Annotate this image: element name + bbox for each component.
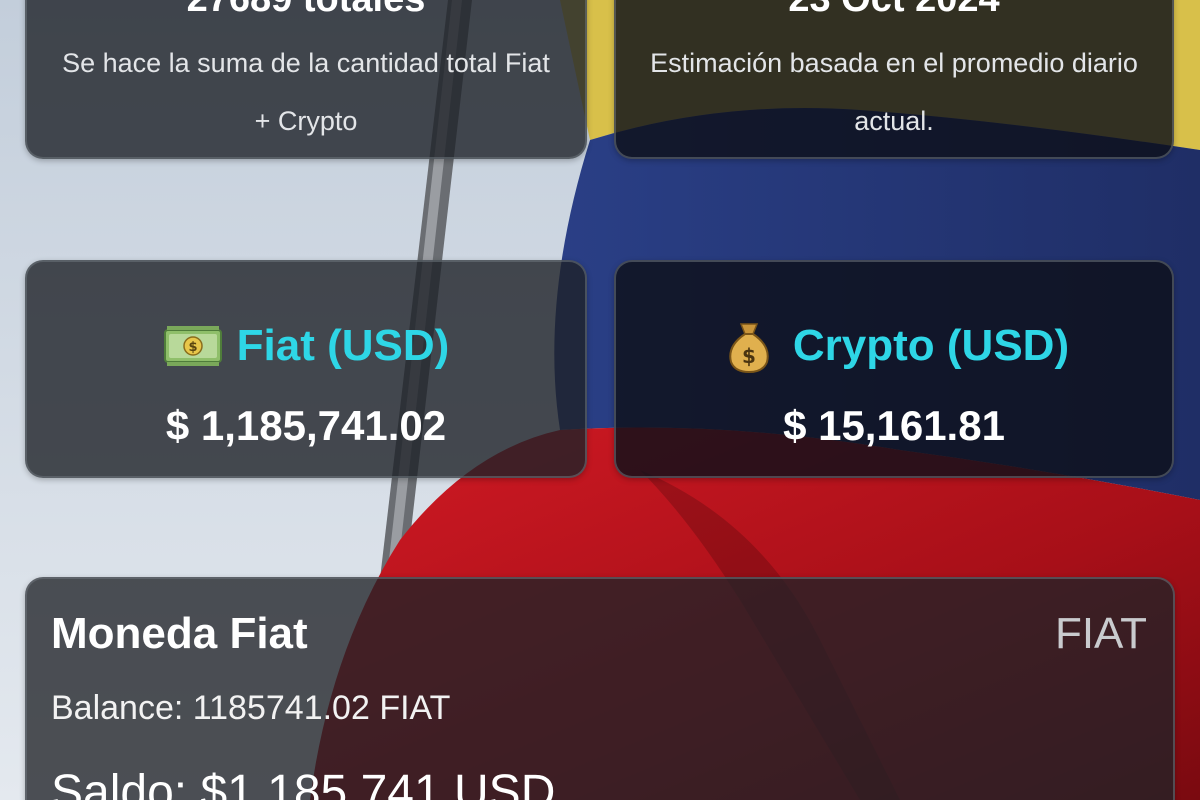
fiat-card-title: Fiat (USD) [236, 321, 450, 370]
wallet-currency-code: FIAT [1054, 609, 1147, 658]
fiat-amount: $ 1,185,741.02 [165, 402, 447, 449]
fiat-card-title-row: $ Fiat (USD) [27, 318, 585, 374]
crypto-amount: $ 15,161.81 [783, 402, 1005, 449]
wallet-card[interactable]: Moneda Fiat FIAT Balance: 1185741.02 FIA… [25, 577, 1175, 800]
crypto-card[interactable]: $ Crypto (USD) $ 15,161.81 [614, 260, 1174, 478]
wallet-name: Moneda Fiat [51, 609, 308, 658]
crypto-card-title: Crypto (USD) [792, 321, 1070, 370]
crypto-card-title-row: $ Crypto (USD) [616, 318, 1172, 374]
app-screen: 27689 totales Se hace la suma de la cant… [0, 0, 1200, 800]
svg-text:$: $ [742, 344, 756, 368]
svg-text:$: $ [188, 340, 197, 355]
date-estimate-card: 23 Oct 2024 Estimación basada en el prom… [614, 0, 1174, 159]
date-description: Estimación basada en el promedio diario … [650, 48, 1138, 136]
fiat-card[interactable]: $ Fiat (USD) $ 1,185,741.02 [25, 260, 587, 478]
money-bag-icon: $ [729, 323, 769, 374]
total-value: 27689 totales [27, 0, 585, 21]
total-description: Se hace la suma de la cantidad total Fia… [62, 48, 550, 136]
dollar-banknote-icon: $ [163, 326, 222, 366]
total-summary-card: 27689 totales Se hace la suma de la cant… [25, 0, 587, 159]
wallet-saldo: Saldo: $1,185,741 USD [51, 766, 556, 800]
wallet-balance: Balance: 1185741.02 FIAT [51, 689, 451, 727]
date-value: 23 Oct 2024 [616, 0, 1172, 21]
